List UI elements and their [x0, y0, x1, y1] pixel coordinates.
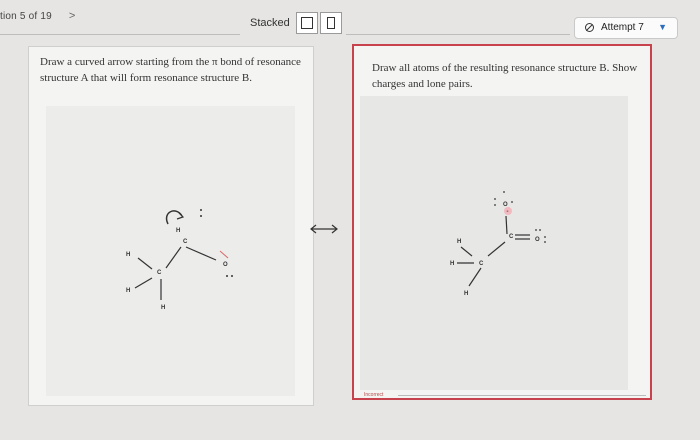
- divider: [0, 34, 240, 35]
- atom-label[interactable]: H: [126, 288, 130, 294]
- pi-bond-highlight: [219, 250, 229, 259]
- lone-pair: [511, 201, 513, 203]
- drawing-canvas-a[interactable]: H C H H C H O: [46, 106, 295, 396]
- lone-pair: [544, 241, 546, 243]
- lone-pair: [494, 204, 496, 206]
- atom-label[interactable]: H: [176, 228, 180, 234]
- bond[interactable]: [460, 246, 473, 257]
- bond[interactable]: [185, 246, 217, 261]
- arrow-head: [176, 212, 185, 220]
- atom-label[interactable]: H: [464, 291, 468, 297]
- answer-prompt: Draw all atoms of the resulting resonanc…: [372, 62, 638, 90]
- status-text: Incorrect: [364, 392, 384, 398]
- atom-label[interactable]: H: [126, 252, 130, 258]
- view-split-button[interactable]: [320, 12, 342, 34]
- question-navigator[interactable]: tion 5 of 19 >: [0, 10, 76, 22]
- view-mode-label: Stacked: [250, 17, 290, 29]
- atom-label[interactable]: C: [479, 261, 484, 267]
- bond[interactable]: [505, 215, 508, 235]
- atom-label[interactable]: H: [161, 305, 165, 311]
- view-stacked-button[interactable]: [296, 12, 318, 34]
- attempt-label: Attempt 7: [601, 22, 644, 33]
- drawing-canvas-b[interactable]: O - C O H C H H: [360, 96, 628, 390]
- bond[interactable]: [134, 277, 153, 289]
- lone-pair: [231, 275, 233, 277]
- bond[interactable]: [137, 257, 153, 270]
- lone-pair: [200, 209, 202, 211]
- resonance-arrow: [308, 222, 340, 241]
- lone-pair: [494, 198, 496, 200]
- attempt-dropdown[interactable]: Attempt 7 ▼: [574, 17, 678, 39]
- atom-label[interactable]: H: [450, 261, 454, 267]
- atom-label[interactable]: H: [457, 239, 461, 245]
- question-counter: tion 5 of 19: [0, 11, 52, 22]
- lone-pair: [539, 229, 541, 231]
- atom-label[interactable]: C: [183, 239, 188, 245]
- atom-label[interactable]: C: [509, 234, 514, 240]
- top-bar: tion 5 of 19 > Stacked Attempt 7 ▼: [0, 0, 700, 40]
- divider: [398, 395, 646, 396]
- molecule-structure-b[interactable]: O - C O H C H H: [360, 96, 628, 390]
- question-prompt: Draw a curved arrow starting from the π …: [40, 56, 301, 84]
- lone-pair: [544, 236, 546, 238]
- lone-pair: [226, 275, 228, 277]
- bond[interactable]: [468, 267, 482, 287]
- atom-label[interactable]: O: [223, 262, 228, 268]
- lone-pair: [503, 191, 505, 193]
- charge-symbol: -: [507, 209, 509, 215]
- lone-pair: [200, 215, 202, 217]
- chevron-right-icon[interactable]: >: [69, 10, 76, 22]
- divider: [346, 34, 570, 35]
- atom-label[interactable]: O: [535, 237, 540, 243]
- atom-label[interactable]: C: [157, 270, 162, 276]
- ban-icon: [585, 23, 594, 32]
- lone-pair: [535, 229, 537, 231]
- molecule-structure-a[interactable]: H C H H C H O: [46, 106, 295, 396]
- bond[interactable]: [487, 241, 506, 257]
- chevron-down-icon: ▼: [658, 22, 667, 32]
- bond[interactable]: [165, 246, 182, 269]
